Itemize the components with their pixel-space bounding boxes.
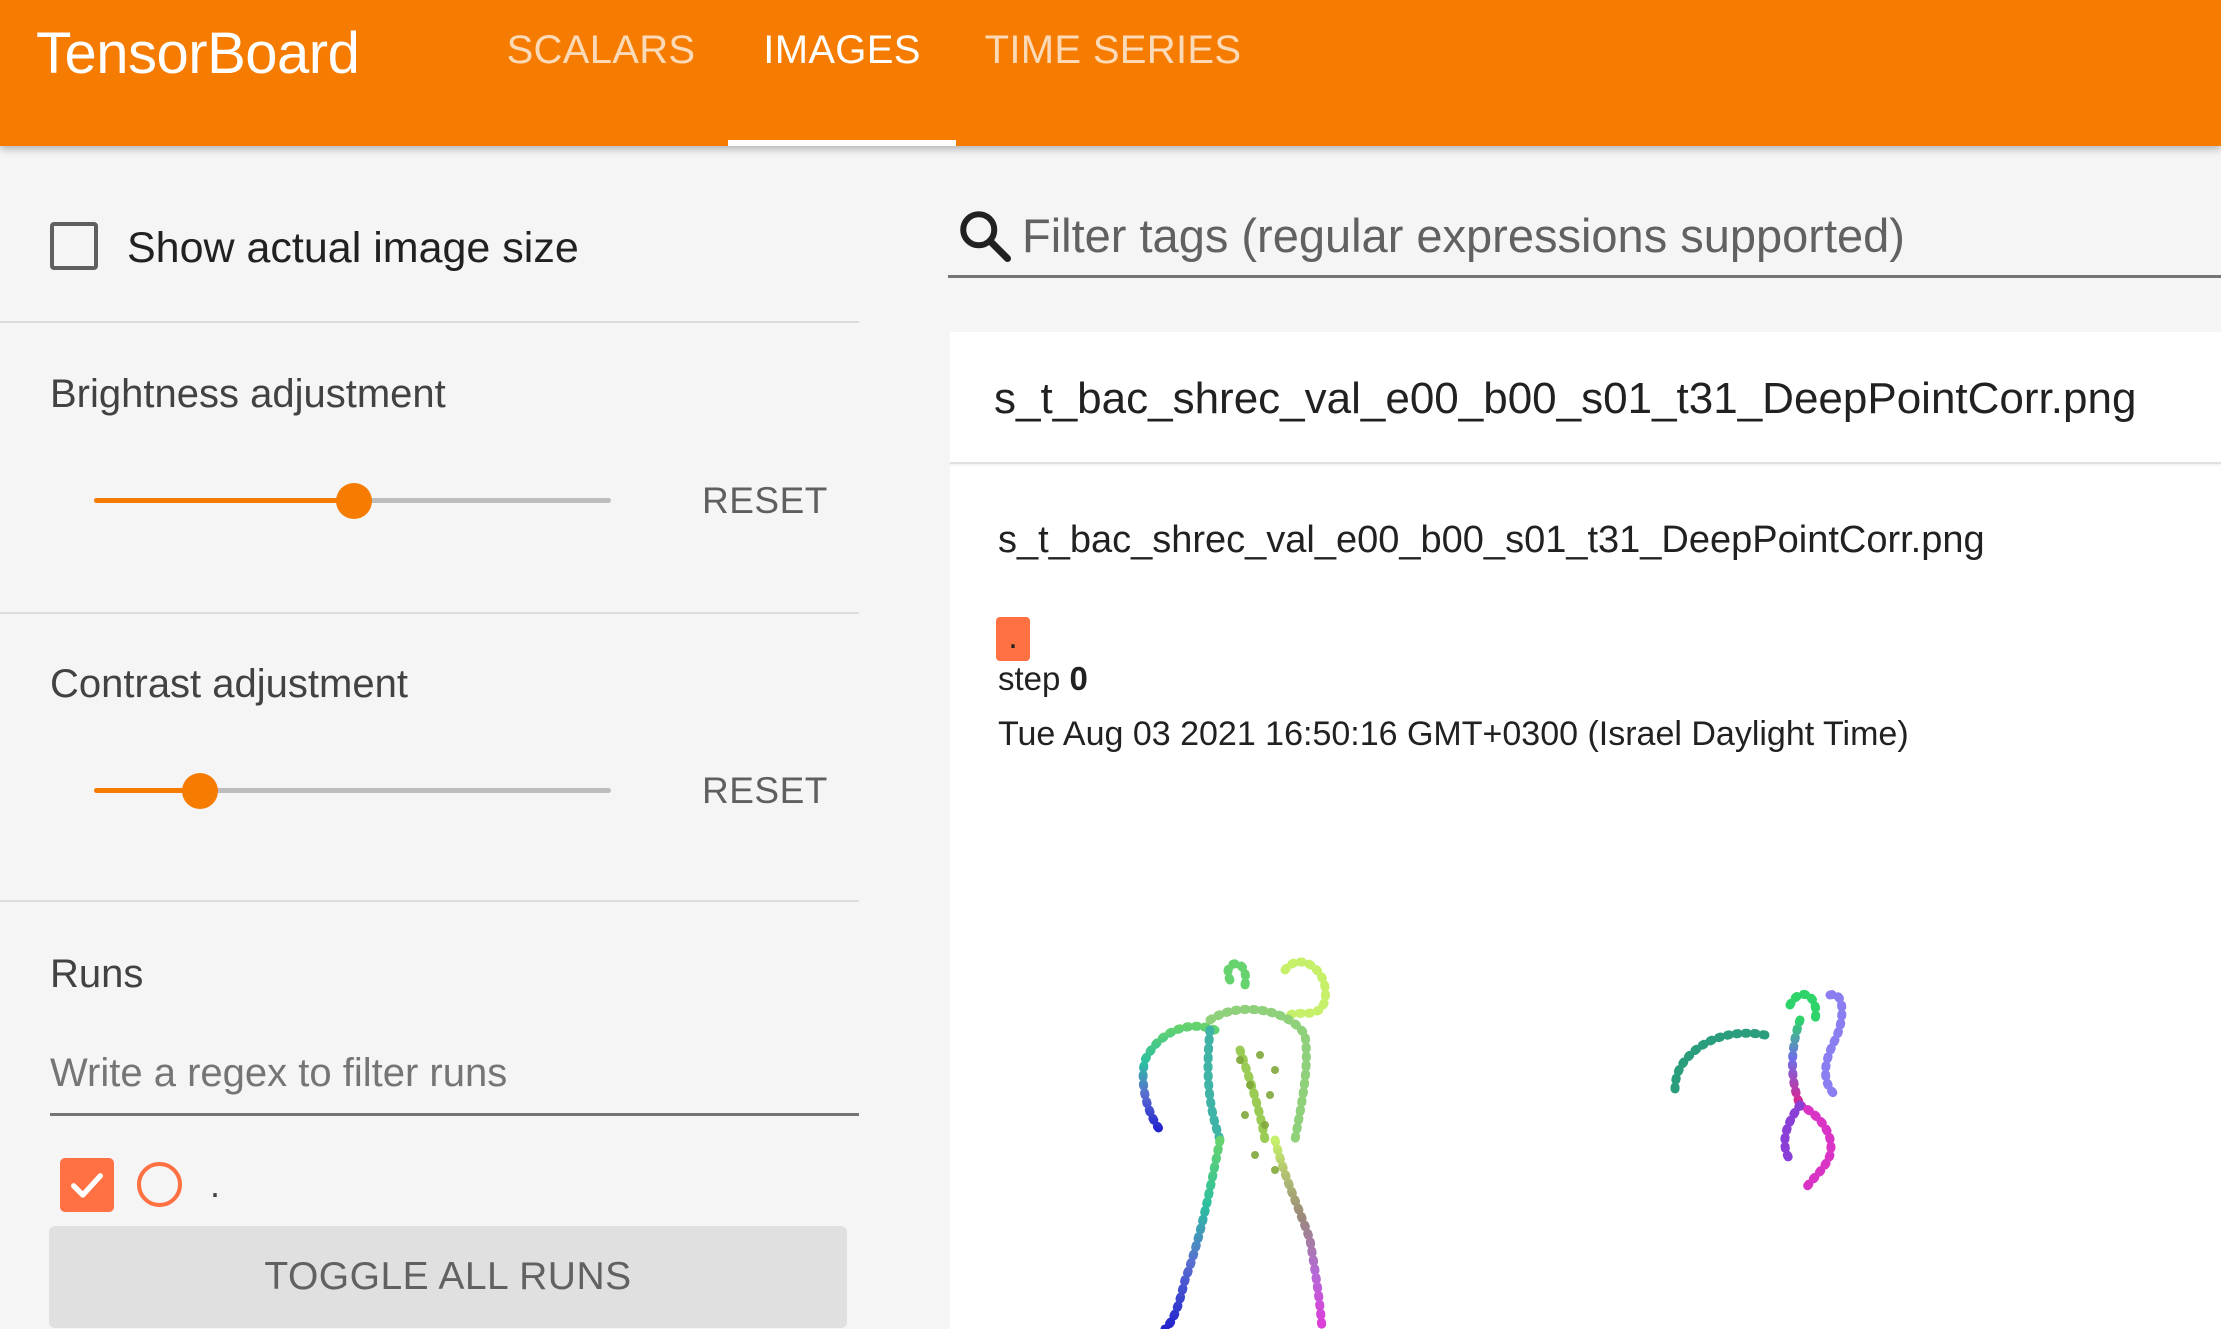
step-prefix: step bbox=[998, 660, 1061, 697]
runs-title: Runs bbox=[50, 952, 144, 996]
brightness-label: Brightness adjustment bbox=[50, 372, 446, 416]
divider bbox=[0, 321, 859, 323]
card-tag-title: s_t_bac_shrec_val_e00_b00_s01_t31_DeepPo… bbox=[994, 374, 2137, 423]
point-cloud-image[interactable] bbox=[1100, 940, 2100, 1329]
tab-time-series-label: TIME SERIES bbox=[984, 28, 1242, 72]
brightness-slider-thumb[interactable] bbox=[336, 483, 372, 519]
toggle-all-runs-button[interactable]: TOGGLE ALL RUNS bbox=[49, 1226, 847, 1328]
contrast-reset-button[interactable]: RESET bbox=[702, 770, 828, 812]
brightness-slider-fill bbox=[94, 498, 354, 503]
tab-images-label: IMAGES bbox=[763, 28, 921, 72]
run-chip: . bbox=[996, 617, 1030, 661]
run-name: . bbox=[210, 1164, 221, 1205]
run-color-swatch[interactable] bbox=[137, 1162, 182, 1207]
contrast-slider-thumb[interactable] bbox=[182, 773, 218, 809]
runs-filter-underline bbox=[50, 1113, 859, 1116]
tab-scalars-label: SCALARS bbox=[506, 28, 696, 72]
contrast-label: Contrast adjustment bbox=[50, 662, 408, 706]
app-title: TensorBoard bbox=[36, 21, 360, 86]
contrast-slider[interactable] bbox=[94, 788, 611, 793]
check-icon bbox=[71, 1173, 104, 1198]
show-actual-size-checkbox[interactable] bbox=[50, 222, 98, 270]
tab-scalars[interactable]: SCALARS bbox=[496, 0, 706, 146]
sidebar bbox=[0, 146, 950, 1329]
tag-filter-underline bbox=[948, 275, 2221, 278]
runs-filter-input[interactable]: Write a regex to filter runs bbox=[50, 1051, 507, 1096]
tab-time-series[interactable]: TIME SERIES bbox=[978, 0, 1248, 146]
step-value: 0 bbox=[1069, 660, 1088, 697]
top-app-bar: TensorBoard SCALARS IMAGES TIME SERIES bbox=[0, 0, 2221, 146]
show-actual-size-label[interactable]: Show actual image size bbox=[127, 224, 579, 273]
divider bbox=[0, 612, 859, 614]
step-label: step 0 bbox=[998, 660, 1088, 698]
tab-images[interactable]: IMAGES bbox=[728, 0, 956, 146]
timestamp: Tue Aug 03 2021 16:50:16 GMT+0300 (Israe… bbox=[998, 715, 1909, 753]
divider bbox=[0, 900, 859, 902]
tag-filter-input[interactable]: Filter tags (regular expressions support… bbox=[1022, 208, 1905, 263]
brightness-reset-button[interactable]: RESET bbox=[702, 480, 828, 522]
run-checkbox[interactable] bbox=[60, 1158, 114, 1212]
image-name: s_t_bac_shrec_val_e00_b00_s01_t31_DeepPo… bbox=[998, 519, 1985, 561]
search-icon bbox=[960, 211, 1011, 262]
